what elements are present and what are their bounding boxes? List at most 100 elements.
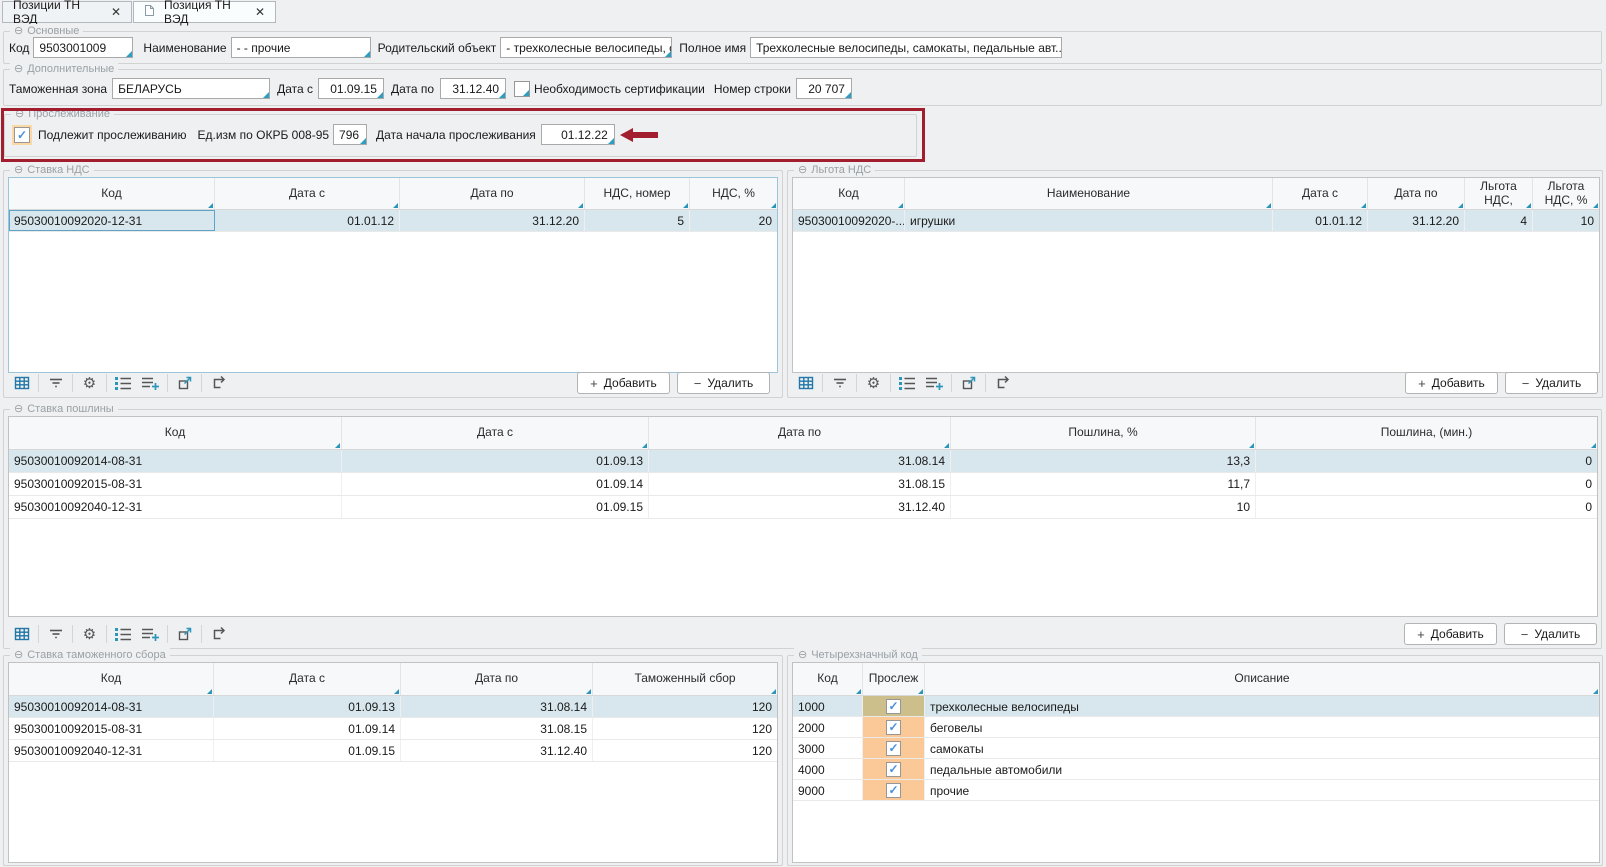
add-button[interactable]: +Добавить bbox=[1404, 623, 1497, 645]
column-header[interactable]: Пошлина, % bbox=[951, 417, 1256, 449]
tab-positions-tn-ved[interactable]: Позиции ТН ВЭД ✕ bbox=[2, 1, 132, 23]
table-row[interactable]: 95030010092015-08-31 01.09.14 31.08.15 1… bbox=[9, 718, 777, 740]
collapse-icon[interactable]: ⊖ bbox=[798, 163, 807, 176]
close-icon[interactable]: ✕ bbox=[255, 5, 265, 19]
field-corner-icon bbox=[377, 92, 383, 98]
add-row-icon[interactable] bbox=[137, 372, 164, 394]
export-icon[interactable] bbox=[955, 372, 982, 394]
collapse-icon[interactable]: ⊖ bbox=[14, 402, 23, 415]
collapse-icon[interactable]: ⊖ bbox=[14, 163, 23, 176]
column-header[interactable]: Льгота НДС, bbox=[1465, 178, 1533, 209]
collapse-icon[interactable]: ⊖ bbox=[15, 107, 24, 120]
full-name-field[interactable]: Трехколесные велосипеды, самокаты, педал… bbox=[750, 37, 1062, 58]
filter-icon[interactable] bbox=[826, 372, 853, 394]
table-row[interactable]: 9000 ✓ прочие bbox=[793, 780, 1599, 801]
column-header[interactable]: Код bbox=[9, 663, 214, 695]
table-row[interactable]: 1000 ✓ трехколесные велосипеды bbox=[793, 696, 1599, 717]
remove-button[interactable]: −Удалить bbox=[1504, 623, 1597, 645]
column-header[interactable]: Наименование bbox=[905, 178, 1273, 209]
column-header[interactable]: Дата по bbox=[401, 663, 593, 695]
add-button[interactable]: +Добавить bbox=[1405, 372, 1498, 394]
add-button[interactable]: +Добавить bbox=[577, 372, 670, 394]
grid-icon[interactable] bbox=[8, 623, 35, 645]
numbered-list-icon[interactable] bbox=[110, 623, 137, 645]
line-number-field[interactable]: 20 707 bbox=[796, 78, 852, 99]
export-icon[interactable] bbox=[171, 623, 198, 645]
table-row[interactable]: 3000 ✓ самокаты bbox=[793, 738, 1599, 759]
column-header[interactable]: Льгота НДС, % bbox=[1533, 178, 1599, 209]
trace-checkbox[interactable]: ✓ bbox=[886, 720, 901, 735]
column-header[interactable]: НДС, % bbox=[690, 178, 777, 209]
sort-corner-icon bbox=[335, 443, 340, 448]
code-field[interactable]: 9503001009 bbox=[33, 37, 133, 58]
column-header[interactable]: Дата с bbox=[215, 178, 400, 209]
table-row[interactable]: 95030010092015-08-31 01.09.14 31.08.15 1… bbox=[9, 473, 1597, 496]
trace-checkbox[interactable]: ✓ bbox=[886, 783, 901, 798]
table-row[interactable]: 95030010092020-12-31 01.01.12 31.12.20 5… bbox=[9, 210, 777, 232]
customs-zone-field[interactable]: БЕЛАРУСЬ bbox=[112, 78, 270, 99]
numbered-list-icon[interactable] bbox=[894, 372, 921, 394]
group-duty-rate-title: ⊖ Ставка пошлины bbox=[10, 402, 118, 415]
collapse-icon[interactable]: ⊖ bbox=[798, 648, 807, 661]
filter-icon[interactable] bbox=[42, 372, 69, 394]
column-header[interactable]: Дата с bbox=[1273, 178, 1368, 209]
four-digit-code-table: Код Прослеж Описание 1000 ✓ трехколесные… bbox=[792, 662, 1600, 863]
name-field[interactable]: - - прочие bbox=[231, 37, 371, 58]
numbered-list-icon[interactable] bbox=[110, 372, 137, 394]
certification-checkbox[interactable] bbox=[514, 81, 530, 97]
cell: 95030010092020-12-31 bbox=[9, 210, 215, 231]
trace-checkbox[interactable]: ✓ bbox=[886, 762, 901, 777]
add-row-icon[interactable] bbox=[137, 623, 164, 645]
sort-corner-icon bbox=[1591, 443, 1596, 448]
gear-icon[interactable]: ⚙ bbox=[860, 372, 887, 394]
table-row[interactable]: 2000 ✓ беговелы bbox=[793, 717, 1599, 738]
column-header[interactable]: Прослеж bbox=[863, 663, 925, 695]
column-header[interactable]: Дата по bbox=[1368, 178, 1465, 209]
parent-field[interactable]: - трехколесные велосипеды, са... bbox=[500, 37, 672, 58]
column-header[interactable]: НДС, номер bbox=[585, 178, 690, 209]
column-header[interactable]: Пошлина, (мин.) bbox=[1256, 417, 1597, 449]
grid-icon[interactable] bbox=[792, 372, 819, 394]
tab-position-tn-ved[interactable]: Позиция ТН ВЭД ✕ bbox=[133, 1, 276, 23]
collapse-icon[interactable]: ⊖ bbox=[14, 24, 23, 37]
column-header[interactable]: Описание bbox=[925, 663, 1599, 695]
column-header[interactable]: Код bbox=[9, 178, 215, 209]
column-header[interactable]: Таможенный сбор bbox=[593, 663, 777, 695]
remove-button[interactable]: −Удалить bbox=[677, 372, 770, 394]
table-row[interactable]: 4000 ✓ педальные автомобили bbox=[793, 759, 1599, 780]
date-from-field[interactable]: 01.09.15 bbox=[318, 78, 384, 99]
grid-icon[interactable] bbox=[8, 372, 35, 394]
table-row[interactable]: 95030010092014-08-31 01.09.13 31.08.14 1… bbox=[9, 696, 777, 718]
unit-okrb-field[interactable]: 796 bbox=[333, 124, 367, 145]
refresh-icon[interactable] bbox=[205, 623, 232, 645]
date-from-label: Дата с bbox=[277, 82, 313, 96]
export-icon[interactable] bbox=[171, 372, 198, 394]
date-to-field[interactable]: 31.12.40 bbox=[440, 78, 506, 99]
collapse-icon[interactable]: ⊖ bbox=[14, 648, 23, 661]
trace-checkbox[interactable]: ✓ bbox=[886, 699, 901, 714]
add-row-icon[interactable] bbox=[921, 372, 948, 394]
traceable-checkbox[interactable]: ✓ bbox=[14, 127, 30, 143]
refresh-icon[interactable] bbox=[989, 372, 1016, 394]
table-row[interactable]: 95030010092014-08-31 01.09.13 31.08.14 1… bbox=[9, 450, 1597, 473]
column-header[interactable]: Дата по bbox=[649, 417, 951, 449]
column-header[interactable]: Код bbox=[9, 417, 342, 449]
column-header[interactable]: Дата с bbox=[214, 663, 401, 695]
table-row[interactable]: 95030010092040-12-31 01.09.15 31.12.40 1… bbox=[9, 496, 1597, 519]
column-header[interactable]: Код bbox=[793, 663, 863, 695]
gear-icon[interactable]: ⚙ bbox=[76, 623, 103, 645]
close-icon[interactable]: ✕ bbox=[111, 5, 121, 19]
trace-checkbox[interactable]: ✓ bbox=[886, 741, 901, 756]
gear-icon[interactable]: ⚙ bbox=[76, 372, 103, 394]
column-header[interactable]: Дата с bbox=[342, 417, 649, 449]
table-row[interactable]: 95030010092020-... игрушки 01.01.12 31.1… bbox=[793, 210, 1599, 232]
refresh-icon[interactable] bbox=[205, 372, 232, 394]
trace-start-field[interactable]: 01.12.22 bbox=[541, 124, 615, 145]
table-row[interactable]: 95030010092040-12-31 01.09.15 31.12.40 1… bbox=[9, 740, 777, 762]
collapse-icon[interactable]: ⊖ bbox=[14, 62, 23, 75]
filter-icon[interactable] bbox=[42, 623, 69, 645]
column-header[interactable]: Дата по bbox=[400, 178, 585, 209]
cell: 01.09.13 bbox=[214, 696, 401, 717]
column-header[interactable]: Код bbox=[793, 178, 905, 209]
remove-button[interactable]: −Удалить bbox=[1505, 372, 1598, 394]
